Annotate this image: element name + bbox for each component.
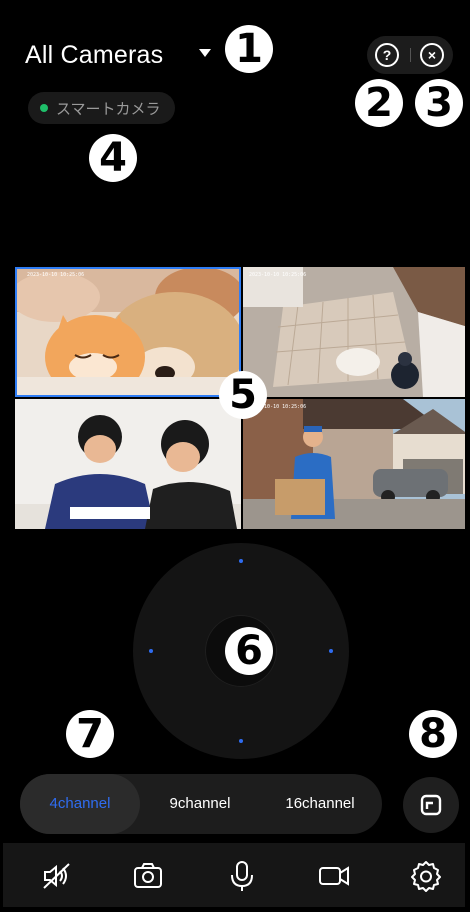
annotation-1: 1 — [225, 25, 273, 73]
video-record-icon[interactable] — [317, 859, 351, 893]
online-status-dot — [40, 104, 48, 112]
annotation-7: 7 — [66, 710, 114, 758]
camera-group-title[interactable]: All Cameras — [25, 41, 163, 70]
joystick-left-dot[interactable] — [149, 649, 153, 653]
kitten-puppy-image: 2023-10-10 10:25:06 — [15, 267, 241, 397]
joystick-right-dot[interactable] — [329, 649, 333, 653]
app-screen: All Cameras 1 ? × 2 3 スマートカメラ 4 2023-10-… — [3, 3, 465, 907]
header-actions: ? × — [367, 36, 453, 74]
annotation-6: 6 — [225, 627, 273, 675]
fullscreen-icon — [420, 794, 442, 816]
dropdown-caret-icon[interactable] — [199, 49, 211, 57]
channel-option-16[interactable]: 16channel — [260, 774, 380, 834]
fullscreen-button[interactable] — [403, 777, 459, 833]
divider — [410, 48, 411, 62]
annotation-2: 2 — [355, 79, 403, 127]
camera-tile-2[interactable]: 2023-10-10 10:25:06 — [243, 267, 465, 397]
device-name: スマートカメラ — [56, 100, 161, 118]
delivery-porch-image: 2023-10-10 10:25:06 — [243, 399, 465, 529]
camera-tile-3[interactable] — [15, 399, 241, 529]
annotation-3: 3 — [415, 79, 463, 127]
annotation-5: 5 — [219, 371, 267, 419]
joystick-up-dot[interactable] — [239, 559, 243, 563]
bottom-toolbar — [3, 843, 465, 907]
svg-text:2023-10-10 10:25:06: 2023-10-10 10:25:06 — [27, 272, 84, 278]
channel-option-4[interactable]: 4channel — [20, 774, 140, 834]
device-chip[interactable]: スマートカメラ — [28, 92, 175, 124]
camera-tile-4[interactable]: 2023-10-10 10:25:06 — [243, 399, 465, 529]
channel-option-9[interactable]: 9channel — [140, 774, 260, 834]
close-circle-icon[interactable]: × — [420, 43, 444, 67]
joystick-down-dot[interactable] — [239, 739, 243, 743]
annotation-8: 8 — [409, 710, 457, 758]
annotation-4: 4 — [89, 134, 137, 182]
channel-selector: 4channel 9channel 16channel — [20, 774, 382, 834]
microphone-icon[interactable] — [225, 859, 259, 893]
settings-gear-icon[interactable] — [409, 859, 443, 893]
svg-text:2023-10-10 10:25:06: 2023-10-10 10:25:06 — [249, 272, 306, 278]
camera-snapshot-icon[interactable] — [131, 859, 165, 893]
hallway-overhead-image: 2023-10-10 10:25:06 — [243, 267, 465, 397]
question-circle-icon[interactable]: ? — [375, 43, 399, 67]
speaker-muted-icon[interactable] — [40, 859, 74, 893]
camera-tile-1[interactable]: 2023-10-10 10:25:06 — [15, 267, 241, 397]
children-studying-image — [15, 399, 241, 529]
